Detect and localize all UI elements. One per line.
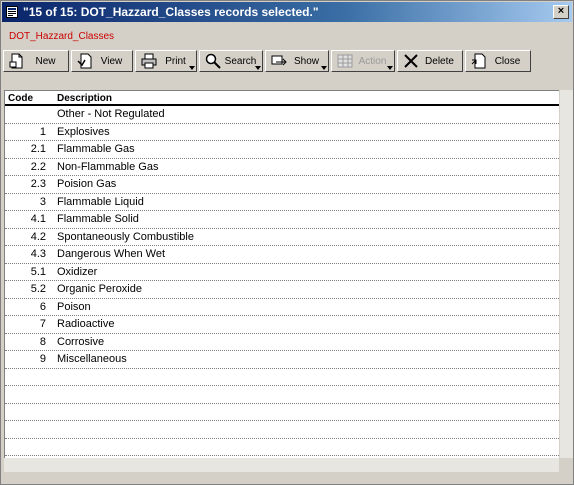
column-header-description[interactable]: Description bbox=[53, 91, 559, 104]
grid-body: Other - Not Regulated 1 Explosives 2.1 Flamm… bbox=[5, 106, 559, 456]
toolbar: New View Print Search Show Action Delete Close bbox=[3, 50, 571, 73]
status-bar bbox=[1, 473, 573, 484]
table-row[interactable]: Other - Not Regulated bbox=[5, 106, 559, 124]
cell-code: 2.1 bbox=[30, 143, 46, 156]
cell-description: Dangerous When Wet bbox=[57, 248, 166, 261]
app-window: "15 of 15: DOT_Hazzard_Classes records s… bbox=[0, 0, 574, 485]
cell-code: 4.3 bbox=[30, 248, 46, 261]
cell-description: Other - Not Regulated bbox=[57, 108, 165, 121]
cell-code: 9 bbox=[39, 353, 46, 366]
cell-code: 1 bbox=[39, 125, 46, 138]
new-document-icon bbox=[7, 52, 27, 70]
table-row[interactable]: 7 Radioactive bbox=[5, 316, 559, 334]
table-row[interactable]: 4.1 Flammable Solid bbox=[5, 211, 559, 229]
show-records-icon bbox=[269, 52, 289, 70]
records-grid: Code Description Other - Not Regulated 1 E… bbox=[4, 90, 559, 458]
cell-description: Spontaneously Combustible bbox=[57, 230, 194, 243]
table-row[interactable]: 5.2 Organic Peroxide bbox=[5, 281, 559, 299]
cell-description: Flammable Liquid bbox=[57, 195, 144, 208]
table-row[interactable]: 4.2 Spontaneously Combustible bbox=[5, 229, 559, 246]
cell-code: 4.2 bbox=[30, 230, 46, 243]
cell-description: Non-Flammable Gas bbox=[57, 160, 159, 173]
title-bar[interactable]: "15 of 15: DOT_Hazzard_Classes records s… bbox=[2, 2, 572, 22]
cell-description: Flammable Solid bbox=[57, 213, 139, 226]
table-row[interactable]: 2.3 Poision Gas bbox=[5, 176, 559, 194]
cell-description: Oxidizer bbox=[57, 265, 98, 278]
cell-code: 5.1 bbox=[30, 265, 46, 278]
table-row[interactable]: 6 Poison bbox=[5, 299, 559, 316]
cell-code: 2.2 bbox=[30, 160, 46, 173]
grid-header: Code Description bbox=[5, 91, 559, 106]
new-button-label: New bbox=[35, 55, 56, 67]
cell-code: 8 bbox=[39, 335, 46, 348]
table-row[interactable] bbox=[5, 369, 559, 386]
cell-description: Flammable Gas bbox=[57, 143, 135, 156]
show-button-label: Show bbox=[293, 55, 319, 67]
action-grid-icon bbox=[335, 52, 355, 70]
table-row[interactable] bbox=[5, 421, 559, 439]
delete-button[interactable]: Delete bbox=[397, 50, 463, 72]
vertical-scrollbar[interactable] bbox=[559, 90, 573, 458]
cell-description: Corrosive bbox=[57, 335, 105, 348]
action-button-label: Action bbox=[358, 55, 387, 67]
table-row[interactable]: 5.1 Oxidizer bbox=[5, 264, 559, 281]
table-row[interactable] bbox=[5, 404, 559, 421]
cell-description: Poison bbox=[57, 300, 91, 313]
cell-code: 4.1 bbox=[30, 213, 46, 226]
app-icon bbox=[5, 5, 19, 19]
table-row[interactable]: 1 Explosives bbox=[5, 124, 559, 141]
close-button-label: Close bbox=[494, 55, 521, 67]
view-document-icon bbox=[75, 52, 95, 70]
cell-code: 5.2 bbox=[30, 283, 46, 296]
close-document-icon bbox=[469, 52, 489, 70]
search-button[interactable]: Search bbox=[199, 50, 263, 72]
delete-x-icon bbox=[401, 52, 421, 70]
action-button: Action bbox=[331, 50, 395, 72]
dropdown-arrow-icon[interactable] bbox=[189, 66, 195, 70]
magnifier-icon bbox=[203, 52, 223, 70]
horizontal-scrollbar[interactable] bbox=[4, 458, 559, 472]
print-button-label: Print bbox=[165, 55, 186, 67]
show-button[interactable]: Show bbox=[265, 50, 329, 72]
table-row[interactable]: 2.1 Flammable Gas bbox=[5, 141, 559, 159]
window-close-button[interactable]: × bbox=[553, 5, 569, 19]
cell-description: Explosives bbox=[57, 125, 110, 138]
close-button[interactable]: Close bbox=[465, 50, 531, 72]
table-row[interactable] bbox=[5, 386, 559, 404]
table-row[interactable]: 4.3 Dangerous When Wet bbox=[5, 246, 559, 264]
cell-code: 6 bbox=[39, 300, 46, 313]
table-row[interactable] bbox=[5, 439, 559, 456]
view-button-label: View bbox=[100, 55, 123, 67]
table-row[interactable]: 9 Miscellaneous bbox=[5, 351, 559, 369]
cell-description: Organic Peroxide bbox=[57, 283, 142, 296]
search-button-label: Search bbox=[224, 55, 257, 67]
cell-description: Poision Gas bbox=[57, 178, 117, 191]
printer-icon bbox=[139, 52, 159, 70]
cell-code: 2.3 bbox=[30, 178, 46, 191]
window-title: "15 of 15: DOT_Hazzard_Classes records s… bbox=[23, 5, 319, 19]
dropdown-arrow-icon[interactable] bbox=[255, 66, 261, 70]
table-row[interactable]: 8 Corrosive bbox=[5, 334, 559, 351]
view-button[interactable]: View bbox=[71, 50, 133, 72]
column-header-code[interactable]: Code bbox=[5, 91, 53, 104]
cell-code: 3 bbox=[39, 195, 46, 208]
scrollbar-corner bbox=[559, 458, 573, 472]
dropdown-arrow-icon[interactable] bbox=[321, 66, 327, 70]
new-button[interactable]: New bbox=[3, 50, 69, 72]
dropdown-arrow-icon[interactable] bbox=[387, 66, 393, 70]
table-row[interactable]: 3 Flammable Liquid bbox=[5, 194, 559, 211]
table-row[interactable]: 2.2 Non-Flammable Gas bbox=[5, 159, 559, 176]
cell-code: 7 bbox=[39, 318, 46, 331]
table-name-label: DOT_Hazzard_Classes bbox=[9, 31, 115, 42]
cell-description: Miscellaneous bbox=[57, 353, 127, 366]
print-button[interactable]: Print bbox=[135, 50, 197, 72]
cell-description: Radioactive bbox=[57, 318, 115, 331]
delete-button-label: Delete bbox=[425, 55, 454, 67]
